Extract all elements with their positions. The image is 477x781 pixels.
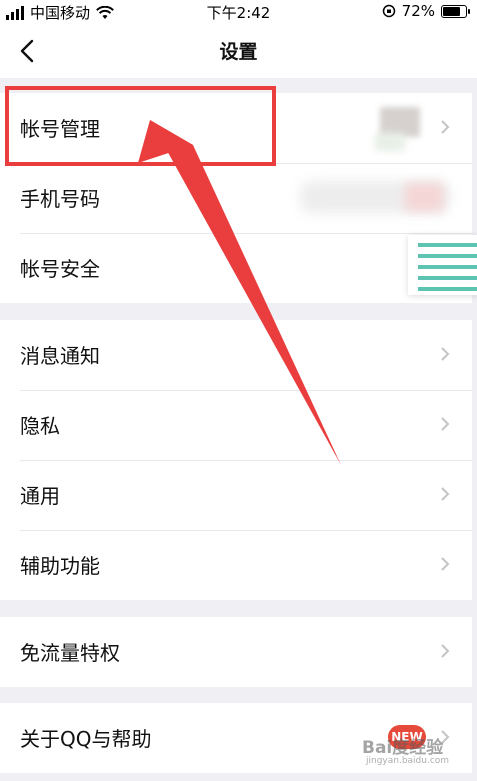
chevron-right-icon [441, 120, 450, 134]
settings-group-data: 免流量特权 [0, 617, 472, 687]
blurred-avatar-detail [375, 133, 405, 151]
settings-item-accessibility[interactable]: 辅助功能 [0, 530, 472, 600]
settings-item-free-data[interactable]: 免流量特权 [0, 617, 472, 687]
page-title: 设置 [219, 41, 258, 63]
settings-item-label: 关于QQ与帮助 [20, 727, 152, 751]
settings-item-notifications[interactable]: 消息通知 [0, 320, 472, 390]
watermark: Bai度经验 [362, 738, 444, 758]
settings-item-label: 通用 [20, 484, 60, 508]
chevron-right-icon [441, 347, 450, 361]
chevron-right-icon [441, 557, 450, 571]
settings-item-label: 手机号码 [20, 187, 100, 211]
settings-item-label: 免流量特权 [20, 641, 120, 665]
battery-icon [441, 4, 470, 18]
status-right: 72% [382, 2, 470, 20]
chevron-right-icon [441, 417, 450, 431]
settings-item-account-security[interactable]: 帐号安全 [0, 233, 472, 303]
watermark-sub: jingyan.baidu.com [366, 756, 450, 766]
orientation-lock-icon [382, 4, 395, 18]
settings-item-general[interactable]: 通用 [0, 460, 472, 530]
floating-thumbnail[interactable] [408, 235, 477, 295]
settings-item-label: 消息通知 [20, 344, 100, 368]
settings-group-general: 消息通知 隐私 通用 辅助功能 [0, 320, 472, 600]
battery-percent: 72% [401, 2, 435, 20]
settings-item-label: 帐号安全 [20, 257, 100, 281]
highlight-box [5, 86, 276, 166]
blurred-phone-detail [405, 183, 443, 211]
nav-bar: 设置 [0, 24, 477, 78]
status-bar: 中国移动 下午2:42 72% [0, 0, 477, 24]
settings-item-privacy[interactable]: 隐私 [0, 390, 472, 460]
settings-item-phone-number[interactable]: 手机号码 [0, 163, 472, 233]
chevron-right-icon [441, 644, 450, 658]
chevron-right-icon [441, 487, 450, 501]
settings-item-label: 辅助功能 [20, 554, 100, 578]
settings-item-label: 隐私 [20, 414, 60, 438]
